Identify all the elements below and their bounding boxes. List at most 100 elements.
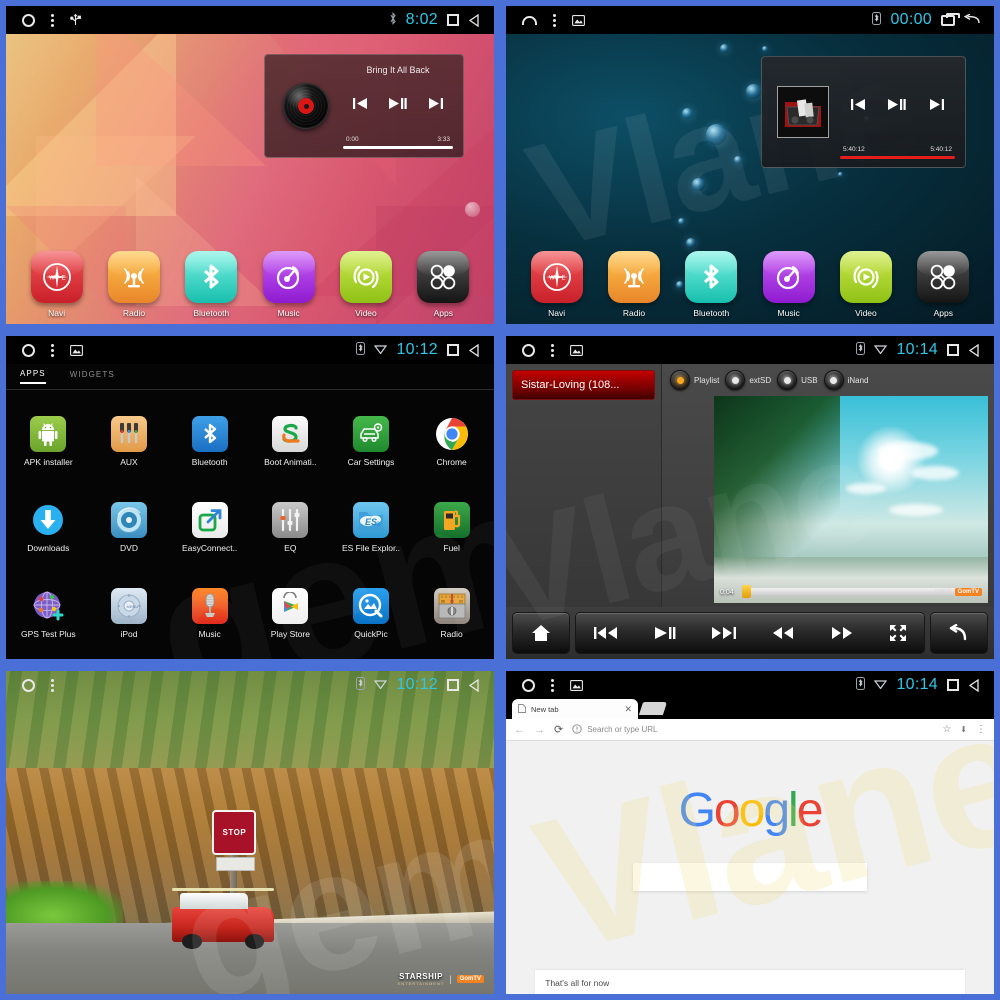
overflow-menu-icon[interactable] <box>51 678 54 692</box>
next-button[interactable] <box>928 97 945 117</box>
back-triangle-icon[interactable] <box>968 678 980 692</box>
previous-button[interactable] <box>352 96 369 116</box>
circle-icon[interactable] <box>22 678 35 692</box>
app-item-play-store[interactable]: Play Store <box>250 571 331 657</box>
square-icon[interactable] <box>447 14 459 26</box>
music-widget[interactable]: Bring It All Back 0:00 3:33 <box>264 54 464 158</box>
dock-item-bluetooth[interactable]: Bluetooth <box>180 251 242 318</box>
omnibox[interactable]: Search or type URL <box>572 722 933 738</box>
app-item-es-file-explorer[interactable]: ES 3 ES File Explor.. <box>331 484 412 570</box>
app-item-eq[interactable]: EQ <box>250 484 331 570</box>
square-icon[interactable] <box>447 344 459 356</box>
dock-item-radio[interactable]: Radio <box>603 251 665 318</box>
reload-icon[interactable]: ⟳ <box>554 723 563 736</box>
app-item-dvd[interactable]: DVD <box>89 484 170 570</box>
seek-thumb[interactable] <box>742 585 751 598</box>
progress-bar[interactable] <box>343 146 453 149</box>
app-item-quickpic[interactable]: QuickPic <box>331 571 412 657</box>
video-scene[interactable]: STOP gem STARSHIP ENTERTAINMENT | GomTV <box>6 671 494 994</box>
rewind-button[interactable] <box>771 625 795 641</box>
home-icon[interactable] <box>522 15 537 25</box>
screenshot-icon[interactable] <box>70 344 83 356</box>
screenshot-icon[interactable] <box>570 679 583 691</box>
home-button[interactable] <box>512 612 570 654</box>
app-item-music[interactable]: Music <box>169 571 250 657</box>
screenshot-icon[interactable] <box>570 344 583 356</box>
circle-icon[interactable] <box>22 13 35 27</box>
dock-item-bluetooth[interactable]: Bluetooth <box>680 251 742 318</box>
overflow-menu-icon[interactable] <box>551 678 554 692</box>
back-triangle-icon[interactable] <box>468 343 480 357</box>
app-item-gps-test-plus[interactable]: GPS Test Plus <box>8 571 89 657</box>
new-tab-button[interactable] <box>638 702 668 715</box>
overflow-menu-icon[interactable] <box>51 13 54 27</box>
close-icon[interactable]: ✕ <box>624 704 632 715</box>
play-pause-button[interactable] <box>654 625 676 641</box>
progress-bar[interactable] <box>840 156 955 159</box>
dock-item-video[interactable]: Video <box>335 251 397 318</box>
bluetooth-icon <box>185 251 238 303</box>
svg-text:W: W <box>49 276 55 282</box>
back-triangle-icon[interactable] <box>468 13 480 27</box>
app-item-car-settings[interactable]: Car Settings <box>331 398 412 484</box>
dock-item-navi[interactable]: W E Navi <box>26 251 88 318</box>
recents-icon[interactable] <box>941 12 960 26</box>
circle-icon[interactable] <box>22 343 35 357</box>
overflow-menu-icon[interactable] <box>51 343 54 357</box>
square-icon[interactable] <box>447 679 459 691</box>
app-item-bluetooth[interactable]: Bluetooth <box>169 398 250 484</box>
app-item-aux[interactable]: AUX <box>89 398 170 484</box>
download-icon[interactable]: ⬇ <box>960 725 967 734</box>
dock-item-apps[interactable]: Apps <box>412 251 474 318</box>
previous-button[interactable] <box>850 97 867 117</box>
forward-icon[interactable]: → <box>534 724 545 736</box>
back-triangle-icon[interactable] <box>468 678 480 692</box>
app-item-fuel[interactable]: Fuel <box>411 484 492 570</box>
fullscreen-button[interactable] <box>889 624 907 642</box>
dock-item-radio[interactable]: Radio <box>103 251 165 318</box>
back-triangle-icon[interactable] <box>968 343 980 357</box>
overflow-menu-icon[interactable] <box>553 13 556 27</box>
square-icon[interactable] <box>947 344 959 356</box>
google-search-box[interactable] <box>632 863 868 891</box>
next-button[interactable] <box>711 625 737 641</box>
circle-icon[interactable] <box>522 678 535 692</box>
compass-icon: W E <box>30 251 83 303</box>
source-usb[interactable]: USB <box>777 370 818 390</box>
app-item-boot-animation[interactable]: Boot Animati.. <box>250 398 331 484</box>
tab-apps[interactable]: APPS <box>20 369 46 384</box>
play-pause-button[interactable] <box>388 96 408 116</box>
play-pause-button[interactable] <box>887 97 907 117</box>
next-button[interactable] <box>427 96 444 116</box>
dock-item-video[interactable]: Video <box>835 251 897 318</box>
source-playlist[interactable]: Playlist <box>670 370 719 390</box>
dock-item-music[interactable]: Music <box>758 251 820 318</box>
back-icon[interactable]: ← <box>514 724 525 736</box>
dock-item-apps[interactable]: Apps <box>912 251 974 318</box>
source-extsd[interactable]: extSD <box>725 370 771 390</box>
tab-widgets[interactable]: WIDGETS <box>70 370 115 383</box>
source-inand[interactable]: iNand <box>823 370 869 390</box>
previous-button[interactable] <box>593 625 619 641</box>
fast-forward-button[interactable] <box>830 625 854 641</box>
overflow-menu-icon[interactable] <box>551 343 554 357</box>
app-item-downloads[interactable]: Downloads <box>8 484 89 570</box>
playlist-item-selected[interactable]: Sistar-Loving (108... <box>512 370 655 400</box>
video-surface[interactable]: 0:04 1080P GomTV <box>714 396 988 603</box>
app-item-easyconnect[interactable]: EasyConnect.. <box>169 484 250 570</box>
app-item-ipod[interactable]: MENU iPod <box>89 571 170 657</box>
back-arrow-icon[interactable] <box>964 14 980 26</box>
bookmark-star-icon[interactable]: ☆ <box>942 724 951 735</box>
chrome-menu-icon[interactable]: ⋮ <box>976 724 986 735</box>
app-item-radio[interactable]: 88 90 92 Radio <box>411 571 492 657</box>
browser-tab[interactable]: New tab ✕ <box>512 699 638 719</box>
app-item-chrome[interactable]: Chrome <box>411 398 492 484</box>
dock-item-navi[interactable]: W E Navi <box>526 251 588 318</box>
back-button[interactable] <box>930 612 988 654</box>
screenshot-icon[interactable] <box>572 14 585 26</box>
app-item-apk-installer[interactable]: APK installer <box>8 398 89 484</box>
dock-item-music[interactable]: Music <box>258 251 320 318</box>
music-widget[interactable]: 5:40:12 5:40:12 <box>761 56 966 168</box>
circle-icon[interactable] <box>522 343 535 357</box>
square-icon[interactable] <box>947 679 959 691</box>
